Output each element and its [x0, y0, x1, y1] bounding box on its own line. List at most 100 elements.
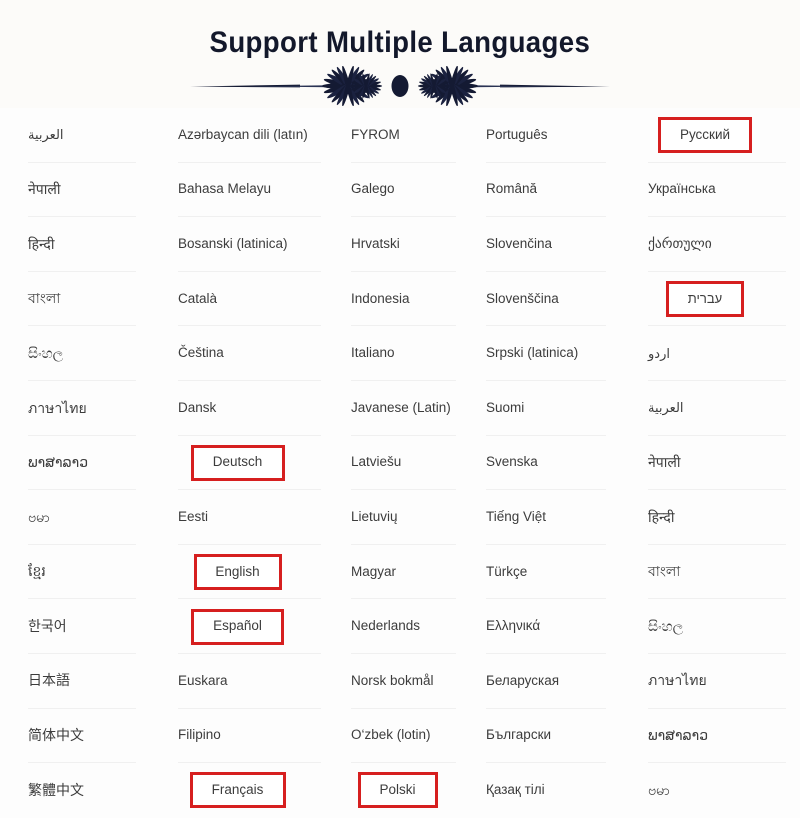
language-item[interactable]: Tiếng Việt — [470, 490, 620, 545]
language-label: ภาษาไทย — [28, 399, 87, 416]
language-label: اردو — [648, 345, 670, 361]
language-label: Русский — [679, 126, 731, 142]
language-item[interactable]: Slovenščina — [470, 272, 620, 327]
language-item[interactable]: Português — [470, 108, 620, 163]
highlight-box[interactable]: English — [193, 554, 282, 591]
language-label: Беларуская — [486, 672, 560, 688]
language-item[interactable]: ພາສາລາວ — [620, 709, 800, 764]
language-item[interactable]: Қазақ тілі — [470, 763, 620, 818]
language-item-highlighted[interactable]: Polski — [335, 763, 470, 818]
language-label: Română — [486, 181, 538, 197]
language-item[interactable]: Indonesia — [335, 272, 470, 327]
language-label: 日本語 — [28, 672, 70, 689]
language-item[interactable]: Eesti — [150, 490, 335, 545]
language-item[interactable]: नेपाली — [620, 436, 800, 491]
language-label: Indonesia — [351, 290, 410, 306]
language-item[interactable]: العربية — [620, 381, 800, 436]
language-label: O‘zbek (lotin) — [351, 727, 431, 743]
language-item[interactable]: 简体中文 — [0, 709, 150, 764]
language-label: Hrvatski — [351, 236, 400, 252]
language-label: Lietuvių — [351, 509, 398, 525]
language-item-highlighted[interactable]: English — [150, 545, 335, 600]
language-label: සිංහල — [648, 617, 684, 634]
language-item[interactable]: Català — [150, 272, 335, 327]
language-item[interactable]: Bosanski (latinica) — [150, 217, 335, 272]
language-label: ภาษาไทย — [648, 672, 707, 689]
language-item[interactable]: ဗမာ — [620, 763, 800, 818]
language-item[interactable]: ພາສາລາວ — [0, 436, 150, 491]
language-item[interactable]: বাংলা — [0, 272, 150, 327]
language-item[interactable]: Norsk bokmål — [335, 654, 470, 709]
language-item[interactable]: ខ្មែរ — [0, 545, 150, 600]
language-item[interactable]: O‘zbek (lotin) — [335, 709, 470, 764]
language-item[interactable]: Javanese (Latin) — [335, 381, 470, 436]
language-item[interactable]: ქართული — [620, 217, 800, 272]
language-item[interactable]: Magyar — [335, 545, 470, 600]
language-item[interactable]: Dansk — [150, 381, 335, 436]
language-item[interactable]: Suomi — [470, 381, 620, 436]
language-item[interactable]: Українська — [620, 163, 800, 218]
language-label: ქართული — [648, 236, 712, 252]
language-item[interactable]: සිංහල — [0, 326, 150, 381]
highlight-box[interactable]: Polski — [357, 772, 438, 809]
language-item[interactable]: Română — [470, 163, 620, 218]
language-item[interactable]: اردو — [620, 326, 800, 381]
language-item[interactable]: ภาษาไทย — [620, 654, 800, 709]
highlight-box[interactable]: עברית — [666, 281, 744, 318]
language-label: Български — [486, 727, 552, 743]
language-item[interactable]: Čeština — [150, 326, 335, 381]
language-item[interactable]: Slovenčina — [470, 217, 620, 272]
language-item[interactable]: Svenska — [470, 436, 620, 491]
language-item[interactable]: Galego — [335, 163, 470, 218]
language-item[interactable]: বাংলা — [620, 545, 800, 600]
language-item-highlighted[interactable]: עברית — [620, 272, 800, 327]
language-item[interactable]: FYROM — [335, 108, 470, 163]
language-label: Azərbaycan dili (latın) — [178, 126, 308, 142]
language-item[interactable]: नेपाली — [0, 163, 150, 218]
highlight-box[interactable]: Español — [191, 608, 284, 645]
language-item-highlighted[interactable]: Deutsch — [150, 436, 335, 491]
page-header: Support Multiple Languages — [0, 0, 800, 108]
language-item-highlighted[interactable]: Français — [150, 763, 335, 818]
language-label: Ελληνικά — [486, 618, 541, 634]
language-item[interactable]: Bahasa Melayu — [150, 163, 335, 218]
language-item[interactable]: हिन्दी — [0, 217, 150, 272]
language-label: Filipino — [178, 727, 221, 743]
language-item[interactable]: Беларуская — [470, 654, 620, 709]
language-item[interactable]: Latviešu — [335, 436, 470, 491]
language-label: 简体中文 — [28, 727, 84, 744]
language-item[interactable]: සිංහල — [620, 599, 800, 654]
language-item[interactable]: 한국어 — [0, 599, 150, 654]
highlight-box[interactable]: Français — [189, 772, 286, 809]
language-item-highlighted[interactable]: Español — [150, 599, 335, 654]
fan-divider-ornament — [190, 66, 610, 106]
language-item[interactable]: Български — [470, 709, 620, 764]
language-item[interactable]: ဗမာ — [0, 490, 150, 545]
language-label: ພາສາລາວ — [28, 454, 89, 471]
language-item-highlighted[interactable]: Русский — [620, 108, 800, 163]
highlight-box[interactable]: Русский — [658, 117, 752, 154]
language-item[interactable]: Ελληνικά — [470, 599, 620, 654]
language-item[interactable]: Srpski (latinica) — [470, 326, 620, 381]
language-item[interactable]: 繁體中文 — [0, 763, 150, 818]
language-item[interactable]: ภาษาไทย — [0, 381, 150, 436]
language-label: Čeština — [178, 345, 224, 361]
language-label: বাংলা — [28, 290, 61, 307]
language-label: Norsk bokmål — [351, 672, 434, 688]
language-item[interactable]: Azərbaycan dili (latın) — [150, 108, 335, 163]
language-item[interactable]: Nederlands — [335, 599, 470, 654]
language-item[interactable]: العربية — [0, 108, 150, 163]
language-label: বাংলা — [648, 563, 681, 580]
language-label: Español — [213, 618, 262, 634]
language-item[interactable]: Euskara — [150, 654, 335, 709]
language-column-5: Русский Українська ქართული עברית اردو العربية… — [620, 108, 800, 800]
language-item[interactable]: हिन्दी — [620, 490, 800, 545]
language-item[interactable]: Italiano — [335, 326, 470, 381]
language-item[interactable]: Hrvatski — [335, 217, 470, 272]
language-item[interactable]: Türkçe — [470, 545, 620, 600]
language-label: Português — [486, 126, 548, 142]
highlight-box[interactable]: Deutsch — [190, 444, 285, 481]
language-item[interactable]: Filipino — [150, 709, 335, 764]
language-item[interactable]: Lietuvių — [335, 490, 470, 545]
language-item[interactable]: 日本語 — [0, 654, 150, 709]
